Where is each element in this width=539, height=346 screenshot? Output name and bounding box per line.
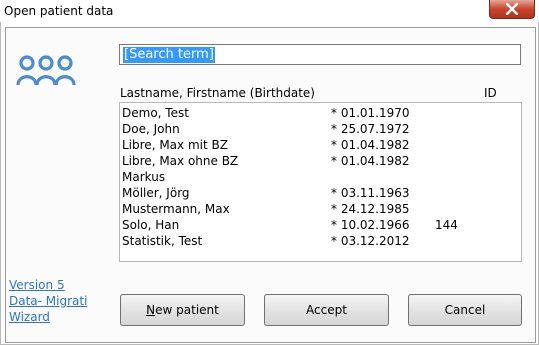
patient-birthdate: * 01.04.1982	[331, 154, 410, 168]
patient-row[interactable]: Statistik, Test * 03.12.2012	[122, 234, 518, 250]
patient-row[interactable]: Mustermann, Max * 24.12.1985	[122, 202, 518, 218]
patient-name: Doe, John	[122, 122, 180, 136]
patient-birthdate: * 01.04.1982	[331, 138, 410, 152]
window-title: Open patient data	[4, 4, 114, 18]
patient-list[interactable]: Demo, Test * 01.01.1970 Doe, John * 25.0…	[119, 102, 522, 262]
patient-name: Statistik, Test	[122, 234, 203, 248]
patient-birthdate: * 03.11.1963	[331, 186, 410, 200]
accept-button[interactable]: Accept	[264, 294, 389, 326]
version-link[interactable]: Version 5	[9, 277, 65, 293]
column-header-name: Lastname, Firstname (Birthdate)	[120, 86, 315, 100]
patient-name: Demo, Test	[122, 106, 189, 120]
new-patient-button[interactable]: New patient	[120, 294, 245, 326]
patient-birthdate: * 03.12.2012	[331, 234, 410, 248]
migration-wizard-link-line2[interactable]: Wizard	[9, 309, 50, 325]
patient-row[interactable]: Solo, Han * 10.02.1966 144	[122, 218, 518, 234]
cancel-button[interactable]: Cancel	[408, 294, 522, 326]
patient-name: Libre, Max ohne BZ	[122, 154, 239, 168]
patient-name: Mustermann, Max	[122, 202, 230, 216]
patient-birthdate: * 10.02.1966	[331, 218, 410, 232]
dialog-frame: [Search term] Lastname, Firstname (Birth…	[5, 27, 536, 343]
patient-row[interactable]: Doe, John * 25.07.1972	[122, 122, 518, 138]
patient-row[interactable]: Möller, Jörg * 03.11.1963	[122, 186, 518, 202]
patient-birthdate: * 24.12.1985	[331, 202, 410, 216]
patient-birthdate: * 25.07.1972	[331, 122, 410, 136]
patient-name: Möller, Jörg	[122, 186, 190, 200]
patient-name: Libre, Max mit BZ	[122, 138, 228, 152]
patient-row[interactable]: Libre, Max mit BZ * 01.04.1982	[122, 138, 518, 154]
dialog-body: [Search term] Lastname, Firstname (Birth…	[0, 22, 539, 345]
migration-wizard-link-line1[interactable]: Data- Migrati	[9, 293, 87, 309]
search-input-value: [Search term]	[123, 47, 215, 63]
patient-row[interactable]: Demo, Test * 01.01.1970	[122, 106, 518, 122]
search-input[interactable]: [Search term]	[119, 44, 521, 65]
title-bar: Open patient data	[0, 0, 539, 23]
accept-label: Accept	[306, 303, 347, 317]
patient-row[interactable]: Markus	[122, 170, 518, 186]
users-icon	[16, 55, 76, 86]
patient-id: 144	[435, 218, 458, 232]
close-icon	[505, 3, 519, 15]
patient-name: Markus	[122, 170, 166, 184]
patient-name: Solo, Han	[122, 218, 180, 232]
column-header-id: ID	[484, 86, 497, 100]
new-patient-mnemonic: N	[146, 303, 156, 317]
new-patient-label: ew patient	[155, 303, 219, 317]
cancel-label: Cancel	[444, 303, 486, 317]
close-button[interactable]	[489, 0, 535, 19]
patient-row[interactable]: Libre, Max ohne BZ * 01.04.1982	[122, 154, 518, 170]
patient-birthdate: * 01.01.1970	[331, 106, 410, 120]
